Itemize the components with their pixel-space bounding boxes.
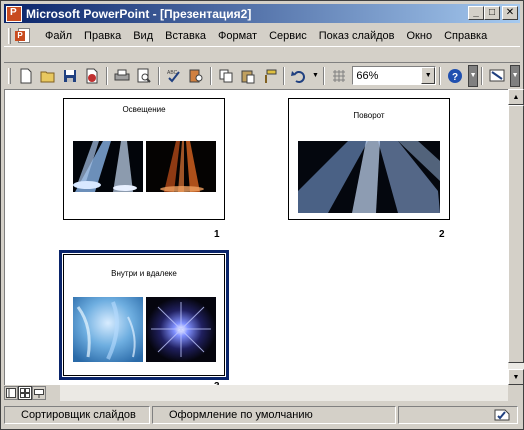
grid-icon[interactable] — [328, 65, 350, 87]
research-icon[interactable] — [185, 65, 207, 87]
paste-icon[interactable] — [237, 65, 259, 87]
zoom-select[interactable]: 66% ▼ — [352, 66, 437, 85]
status-design-name: Оформление по умолчанию — [152, 406, 396, 424]
slide-thumbnail[interactable]: Поворот — [288, 98, 450, 220]
menu-insert[interactable]: Вставка — [159, 28, 212, 44]
powerpoint-window: Microsoft PowerPoint - [Презентация2] _ … — [0, 0, 524, 430]
spelling-icon[interactable]: ABC — [163, 65, 185, 87]
toolbar-grip[interactable] — [8, 67, 11, 84]
new-icon[interactable] — [15, 65, 37, 87]
slide-number: 1 — [214, 229, 220, 240]
slide-image — [146, 297, 216, 362]
slide-image — [146, 141, 216, 192]
save-icon[interactable] — [59, 65, 81, 87]
toolbar-separator — [323, 66, 326, 85]
print-preview-icon[interactable] — [133, 65, 155, 87]
print-icon[interactable] — [111, 65, 133, 87]
svg-text:?: ? — [452, 72, 458, 83]
slide-thumbnail[interactable]: Внутри и вдалеке — [63, 254, 225, 376]
menu-bar: P Файл Правка Вид Вставка Формат Сервис … — [4, 25, 520, 47]
slide-title: Освещение — [122, 105, 166, 114]
permission-icon[interactable] — [81, 65, 103, 87]
status-spelling-panel — [398, 406, 518, 424]
chevron-down-icon[interactable]: ▼ — [421, 67, 436, 84]
toolbar-separator — [481, 66, 484, 85]
menu-grip[interactable] — [8, 27, 11, 44]
slideshow-view-button[interactable] — [32, 386, 46, 400]
menu-tools[interactable]: Сервис — [263, 28, 313, 44]
document-icon[interactable]: P — [15, 27, 33, 45]
normal-view-button[interactable] — [4, 386, 18, 400]
toolbar-separator — [209, 66, 212, 85]
minimize-button[interactable]: _ — [468, 6, 484, 20]
close-button[interactable]: ✕ — [502, 6, 518, 20]
slide-sorter-area[interactable]: Освещение 1 Поворот 2 Внутри и вдалеке — [4, 89, 508, 385]
menu-file[interactable]: Файл — [39, 28, 78, 44]
toolbar-separator — [439, 66, 442, 85]
copy-icon[interactable] — [215, 65, 237, 87]
slide-image — [73, 141, 143, 192]
slide-image — [73, 297, 143, 362]
status-view-name: Сортировщик слайдов — [4, 406, 150, 424]
menu-view[interactable]: Вид — [127, 28, 159, 44]
view-bar — [4, 385, 524, 401]
window-title: Microsoft PowerPoint - [Презентация2] — [26, 6, 252, 21]
slide-number: 2 — [439, 229, 445, 240]
scrollbar-thumb[interactable] — [508, 105, 524, 363]
menu-help[interactable]: Справка — [438, 28, 493, 44]
horizontal-scrollbar[interactable] — [60, 385, 508, 401]
vertical-scrollbar[interactable]: ▲ ▼ — [508, 89, 524, 385]
zoom-value: 66% — [356, 69, 379, 82]
menu-format[interactable]: Формат — [212, 28, 263, 44]
slide-title: Внутри и вдалеке — [111, 269, 177, 278]
slide-title: Поворот — [353, 111, 385, 120]
slide-sorter-view-button[interactable] — [18, 386, 32, 400]
standard-toolbar: ABC ▼ 66% ▼ ? ▼ ▼ — [4, 62, 521, 88]
maximize-button[interactable]: □ — [484, 6, 500, 20]
scroll-up-button[interactable]: ▲ — [508, 89, 524, 105]
slide-image — [298, 141, 440, 213]
powerpoint-app-icon[interactable] — [6, 5, 22, 22]
title-bar[interactable]: Microsoft PowerPoint - [Презентация2] _ … — [4, 4, 520, 23]
undo-icon[interactable] — [288, 65, 310, 87]
undo-dropdown-icon[interactable]: ▼ — [310, 65, 320, 87]
open-icon[interactable] — [37, 65, 59, 87]
menu-edit[interactable]: Правка — [78, 28, 127, 44]
help-icon[interactable]: ? — [444, 65, 466, 87]
spelling-status-icon[interactable] — [493, 408, 511, 422]
svg-text:ABC: ABC — [167, 70, 178, 76]
toolbar-separator — [105, 66, 108, 85]
window-controls: _ □ ✕ — [468, 6, 518, 20]
menu-slideshow[interactable]: Показ слайдов — [313, 28, 401, 44]
format-painter-icon[interactable] — [259, 65, 281, 87]
toolbar-separator — [157, 66, 160, 85]
toolbar-separator — [283, 66, 286, 85]
slide-design-icon[interactable] — [486, 65, 508, 87]
status-bar: Сортировщик слайдов Оформление по умолча… — [4, 404, 520, 426]
scroll-down-button[interactable]: ▼ — [508, 369, 524, 385]
menu-window[interactable]: Окно — [401, 28, 439, 44]
toolbar-options-icon[interactable]: ▼ — [510, 64, 521, 87]
toolbar-options-icon[interactable]: ▼ — [468, 64, 479, 87]
slide-thumbnail[interactable]: Освещение — [63, 98, 225, 220]
